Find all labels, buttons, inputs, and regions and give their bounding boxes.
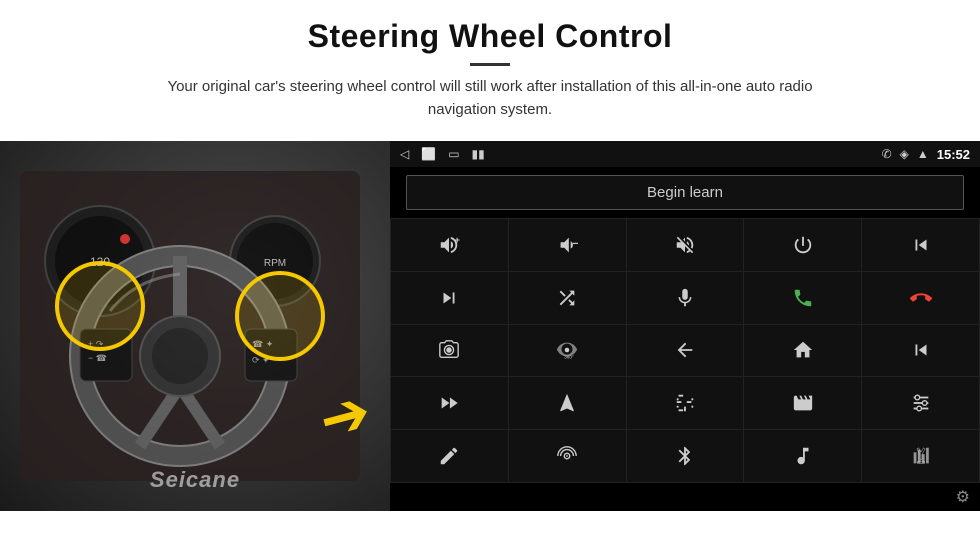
prev-track-icon <box>910 234 932 256</box>
car-background: 120 RPM <box>0 141 390 511</box>
phone-button[interactable] <box>744 272 861 324</box>
mute-button[interactable] <box>627 219 744 271</box>
signal-icon: ▮▮ <box>472 147 485 161</box>
bluetooth-button[interactable] <box>627 430 744 482</box>
status-right: ✆ ◈ ▲ 15:52 <box>882 147 970 162</box>
camera-icon <box>438 339 460 361</box>
media-icon <box>792 392 814 414</box>
hang-up-icon <box>910 287 932 309</box>
seicane-watermark: Seicane <box>150 467 240 493</box>
content-area: 120 RPM <box>0 141 980 511</box>
camera-button[interactable] <box>391 325 508 377</box>
media-button[interactable] <box>744 377 861 429</box>
hang-up-button[interactable] <box>862 272 979 324</box>
status-time: 15:52 <box>937 147 970 162</box>
pen-button[interactable] <box>391 430 508 482</box>
svg-text:360°: 360° <box>564 355 574 360</box>
navigation-button[interactable] <box>509 377 626 429</box>
phone-status-icon: ✆ <box>882 147 892 161</box>
music-button[interactable] <box>744 430 861 482</box>
radio-icon <box>556 445 578 467</box>
android-ui: ◁ ⬜ ▭ ▮▮ ✆ ◈ ▲ 15:52 Begin learn <box>390 141 980 511</box>
control-grid: + − <box>390 218 980 483</box>
wifi-status-icon: ▲ <box>917 147 929 161</box>
svg-text:−: − <box>573 238 579 250</box>
fast-fwd-button[interactable] <box>391 377 508 429</box>
phone-icon <box>792 287 814 309</box>
back-icon <box>674 339 696 361</box>
mic-icon <box>674 287 696 309</box>
radio-button[interactable] <box>509 430 626 482</box>
sliders-button[interactable] <box>862 377 979 429</box>
begin-learn-row: Begin learn <box>390 167 980 218</box>
highlight-circle-left <box>55 261 145 351</box>
home-button[interactable] <box>744 325 861 377</box>
begin-learn-button[interactable]: Begin learn <box>406 175 964 210</box>
pen-icon <box>438 445 460 467</box>
page-subtitle: Your original car's steering wheel contr… <box>140 76 840 121</box>
music-icon <box>792 445 814 467</box>
equalizer2-icon <box>910 445 932 467</box>
prev-track-button[interactable] <box>862 219 979 271</box>
vol-down-button[interactable]: − <box>509 219 626 271</box>
fast-fwd-icon <box>438 392 460 414</box>
bottom-bar: ⚙ <box>390 483 980 511</box>
view360-icon: 360° <box>556 339 578 361</box>
status-left: ◁ ⬜ ▭ ▮▮ <box>400 147 485 161</box>
skip-prev-button[interactable] <box>862 325 979 377</box>
vol-up-button[interactable]: + <box>391 219 508 271</box>
power-icon <box>792 234 814 256</box>
home-nav-icon[interactable]: ⬜ <box>421 147 436 161</box>
highlight-circle-right <box>235 271 325 361</box>
svg-text:+: + <box>455 235 460 245</box>
back-button[interactable] <box>627 325 744 377</box>
skip-fwd-button[interactable] <box>391 272 508 324</box>
svg-text:RPM: RPM <box>264 258 286 269</box>
skip-prev-icon <box>910 339 932 361</box>
home-icon <box>792 339 814 361</box>
shuffle-button[interactable] <box>509 272 626 324</box>
recents-nav-icon[interactable]: ▭ <box>448 147 459 161</box>
equalizer-icon <box>674 392 696 414</box>
bluetooth-icon <box>674 445 696 467</box>
sliders-icon <box>910 392 932 414</box>
svg-text:− ☎: − ☎ <box>88 353 107 363</box>
mic-button[interactable] <box>627 272 744 324</box>
view360-button[interactable]: 360° <box>509 325 626 377</box>
mute-icon <box>674 234 696 256</box>
status-bar: ◁ ⬜ ▭ ▮▮ ✆ ◈ ▲ 15:52 <box>390 141 980 167</box>
title-divider <box>470 63 510 66</box>
shuffle-icon <box>556 287 578 309</box>
navigation-icon <box>556 392 578 414</box>
page-wrapper: Steering Wheel Control Your original car… <box>0 0 980 544</box>
settings-gear-icon[interactable]: ⚙ <box>956 487 970 507</box>
power-button[interactable] <box>744 219 861 271</box>
location-status-icon: ◈ <box>900 147 909 161</box>
skip-fwd-icon <box>438 287 460 309</box>
car-image-section: 120 RPM <box>0 141 390 511</box>
vol-down-icon: − <box>556 234 578 256</box>
settings2-button[interactable] <box>627 377 744 429</box>
vol-up-icon: + <box>438 234 460 256</box>
page-title: Steering Wheel Control <box>140 18 840 55</box>
title-section: Steering Wheel Control Your original car… <box>140 18 840 121</box>
equalizer2-button[interactable] <box>862 430 979 482</box>
back-nav-icon[interactable]: ◁ <box>400 147 409 161</box>
